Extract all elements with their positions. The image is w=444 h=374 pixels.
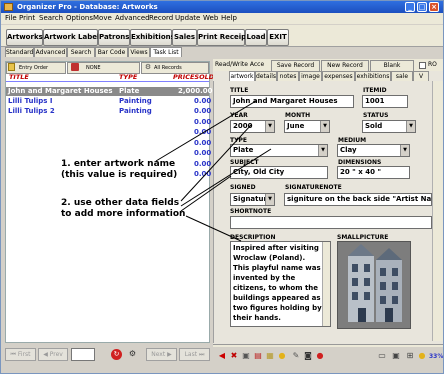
- annotation-line: 2. use other data fields: [61, 198, 180, 208]
- lightbulb-icon[interactable]: ●: [277, 351, 287, 361]
- record-number-field[interactable]: [71, 348, 95, 361]
- tip-icon[interactable]: ●: [417, 351, 427, 361]
- back-arrow-icon[interactable]: ◀: [217, 351, 227, 361]
- image-icon[interactable]: ▭: [377, 351, 387, 361]
- zoom-level: 33%: [429, 353, 444, 360]
- prev-label: Prev: [49, 351, 63, 358]
- annotation-line: to add more information: [61, 209, 186, 219]
- last-record-button[interactable]: Last ⏭: [179, 348, 210, 361]
- annotation-note-1: 1. enter artwork name (this value is req…: [61, 159, 177, 181]
- annotation-line: 1. enter artwork name: [61, 159, 176, 169]
- last-label: Last: [184, 351, 198, 358]
- camera-icon[interactable]: ◙: [303, 351, 313, 361]
- horizontal-scrollbar[interactable]: [213, 344, 443, 347]
- help-icon[interactable]: ●: [315, 351, 325, 361]
- attach-icon[interactable]: ✎: [291, 351, 301, 361]
- trash-icon[interactable]: ▣: [241, 351, 251, 361]
- refresh-icon[interactable]: ↻: [111, 349, 122, 360]
- next-record-button[interactable]: Next ▶: [146, 348, 177, 361]
- tab-artwork[interactable]: artwork: [229, 71, 255, 81]
- annotation-arrows: [155, 100, 272, 242]
- app-window: Organizer Pro - Database: Artworks _ □ ×…: [0, 0, 444, 374]
- first-label: First: [17, 351, 31, 358]
- prev-record-button[interactable]: ◀ Prev: [38, 348, 68, 361]
- copy-icon[interactable]: ▦: [265, 351, 275, 361]
- zoom-icon[interactable]: ⊞: [405, 351, 415, 361]
- settings-icon[interactable]: ⚙: [127, 349, 138, 360]
- delete-icon[interactable]: ✖: [229, 351, 239, 361]
- annotation-note-2: 2. use other data fields to add more inf…: [61, 198, 185, 220]
- tab-task-list[interactable]: Task List: [150, 47, 182, 57]
- first-record-button[interactable]: ⏮ First: [5, 348, 36, 361]
- print-icon[interactable]: ▤: [253, 351, 263, 361]
- scan-icon[interactable]: ▣: [391, 351, 401, 361]
- next-label: Next: [151, 351, 166, 358]
- annotation-line: (this value is required): [61, 170, 178, 180]
